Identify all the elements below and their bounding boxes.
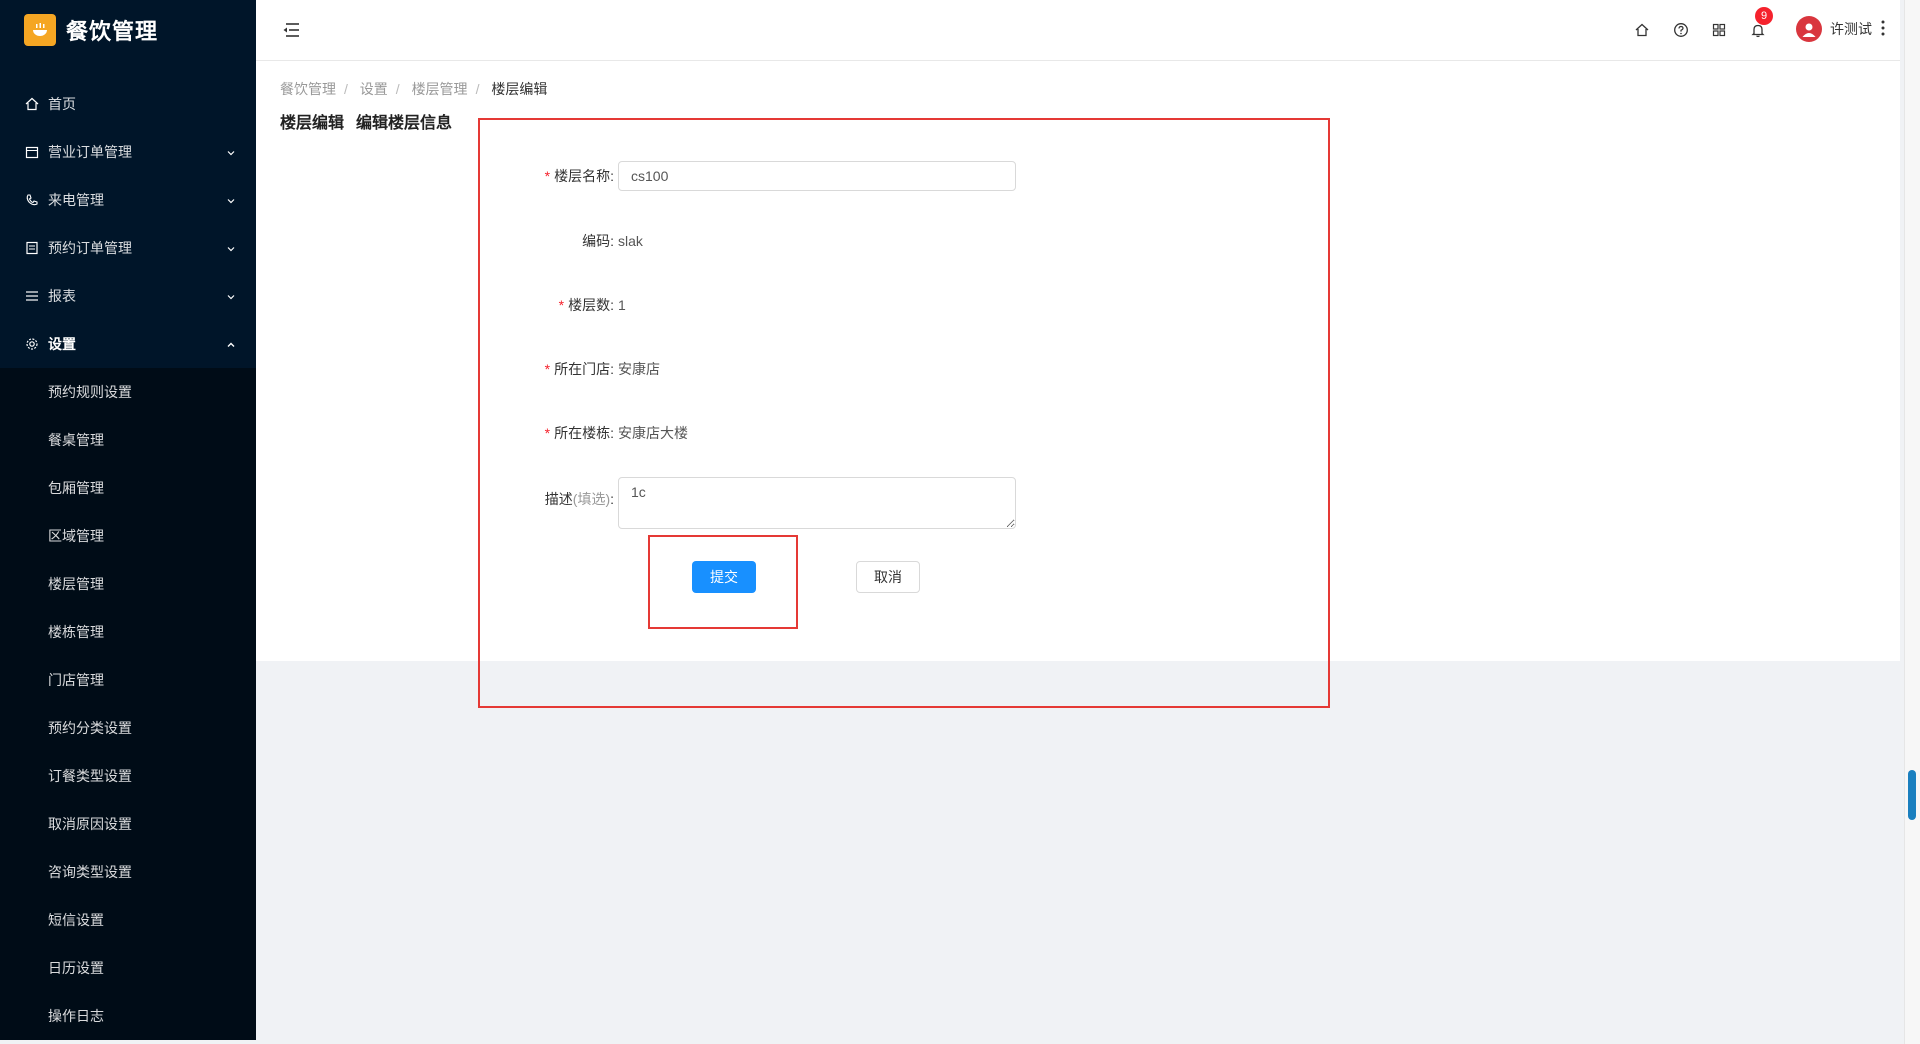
breadcrumb-item[interactable]: 设置 <box>360 81 388 97</box>
user-name: 许测试 <box>1830 21 1872 37</box>
breadcrumb: 餐饮管理 / 设置 / 楼层管理 / 楼层编辑 <box>280 81 548 97</box>
notification-badge: 9 <box>1755 7 1773 25</box>
breadcrumb-item[interactable]: 楼层管理 <box>412 81 468 97</box>
help-icon[interactable] <box>1670 19 1692 41</box>
form-row-floor-count: * 楼层数: 1 <box>494 295 626 315</box>
page-title-main: 楼层编辑 <box>280 115 345 132</box>
sub-item-operation-log[interactable]: 操作日志 <box>0 992 256 1040</box>
submit-button[interactable]: 提交 <box>692 561 756 593</box>
chevron-down-icon <box>226 289 236 305</box>
menu-item-reservation-orders[interactable]: 预约订单管理 <box>0 224 256 272</box>
calendar-icon <box>24 144 40 160</box>
sub-item-stores[interactable]: 门店管理 <box>0 656 256 704</box>
menu-label: 首页 <box>48 96 76 112</box>
home-icon[interactable] <box>1631 19 1653 41</box>
avatar <box>1796 16 1822 42</box>
top-header: 9 许测试 <box>256 0 1900 61</box>
gear-icon <box>24 336 40 352</box>
page-title: 楼层编辑 编辑楼层信息 <box>280 109 452 133</box>
floor-count-value: 1 <box>618 297 626 313</box>
side-menu: 首页 营业订单管理 来电管理 预约订单管理 报表 设置 预约规则设置 餐桌管理 … <box>0 80 256 1040</box>
app-logo-icon <box>24 14 56 46</box>
menu-icon <box>24 288 40 304</box>
building-value: 安康店大楼 <box>618 425 688 441</box>
menu-label: 来电管理 <box>48 192 104 208</box>
form-row-store: * 所在门店: 安康店 <box>494 359 660 379</box>
scrollbar-thumb[interactable] <box>1908 770 1916 820</box>
building-label: * 所在楼栋: <box>544 425 614 441</box>
code-value: slak <box>618 233 643 249</box>
sub-item-order-types[interactable]: 订餐类型设置 <box>0 752 256 800</box>
sub-item-private-rooms[interactable]: 包厢管理 <box>0 464 256 512</box>
apps-grid-icon[interactable] <box>1708 19 1730 41</box>
sub-item-cancel-reasons[interactable]: 取消原因设置 <box>0 800 256 848</box>
menu-item-settings[interactable]: 设置 <box>0 320 256 368</box>
scrollbar-track[interactable] <box>1904 0 1920 1044</box>
form-row-description: 描述(填选): 1c <box>494 477 1016 529</box>
user-menu[interactable]: 许测试 <box>1796 16 1872 42</box>
menu-label: 报表 <box>48 288 76 304</box>
sub-item-reservation-rules[interactable]: 预约规则设置 <box>0 368 256 416</box>
more-vertical-icon[interactable] <box>1880 18 1886 43</box>
chevron-down-icon <box>226 193 236 209</box>
logo[interactable]: 餐饮管理 <box>0 0 256 60</box>
menu-item-reports[interactable]: 报表 <box>0 272 256 320</box>
sub-item-inquiry-types[interactable]: 咨询类型设置 <box>0 848 256 896</box>
breadcrumb-current: 楼层编辑 <box>491 81 548 97</box>
floor-name-label: * 楼层名称: <box>544 168 614 184</box>
menu-fold-icon[interactable] <box>280 19 302 41</box>
page-subtitle: 编辑楼层信息 <box>356 115 453 132</box>
chevron-down-icon <box>226 145 236 161</box>
home-icon <box>24 96 40 112</box>
sub-item-sms[interactable]: 短信设置 <box>0 896 256 944</box>
store-value: 安康店 <box>618 361 660 377</box>
menu-label: 营业订单管理 <box>48 144 132 160</box>
sub-item-calendar[interactable]: 日历设置 <box>0 944 256 992</box>
list-icon <box>24 240 40 256</box>
form-row-building: * 所在楼栋: 安康店大楼 <box>494 423 688 443</box>
sub-item-buildings[interactable]: 楼栋管理 <box>0 608 256 656</box>
floor-count-label: * 楼层数: <box>558 297 614 313</box>
chevron-up-icon <box>226 337 236 353</box>
menu-item-calls[interactable]: 来电管理 <box>0 176 256 224</box>
cancel-button[interactable]: 取消 <box>856 561 920 593</box>
breadcrumb-item[interactable]: 餐饮管理 <box>280 81 336 97</box>
floor-name-input[interactable] <box>618 161 1016 191</box>
menu-item-home[interactable]: 首页 <box>0 80 256 128</box>
form-row-code: 编码: slak <box>494 231 643 251</box>
sidebar: 餐饮管理 首页 营业订单管理 来电管理 预约订单管理 报表 设置 预约规则设置 … <box>0 0 256 1040</box>
phone-icon <box>24 192 40 208</box>
chevron-down-icon <box>226 241 236 257</box>
settings-submenu: 预约规则设置 餐桌管理 包厢管理 区域管理 楼层管理 楼栋管理 门店管理 预约分… <box>0 368 256 1040</box>
form-row-floor-name: * 楼层名称: <box>494 161 1016 191</box>
store-label: * 所在门店: <box>544 361 614 377</box>
app-title: 餐饮管理 <box>66 19 159 44</box>
description-label: 描述(填选): <box>544 491 614 507</box>
bell-icon[interactable]: 9 <box>1747 7 1773 41</box>
sub-item-reservation-categories[interactable]: 预约分类设置 <box>0 704 256 752</box>
sub-item-floors[interactable]: 楼层管理 <box>0 560 256 608</box>
sub-item-tables[interactable]: 餐桌管理 <box>0 416 256 464</box>
sub-item-areas[interactable]: 区域管理 <box>0 512 256 560</box>
menu-label: 预约订单管理 <box>48 240 132 256</box>
code-label: 编码: <box>582 233 614 249</box>
menu-item-business-orders[interactable]: 营业订单管理 <box>0 128 256 176</box>
menu-label: 设置 <box>48 336 76 352</box>
description-textarea[interactable]: 1c <box>618 477 1016 529</box>
